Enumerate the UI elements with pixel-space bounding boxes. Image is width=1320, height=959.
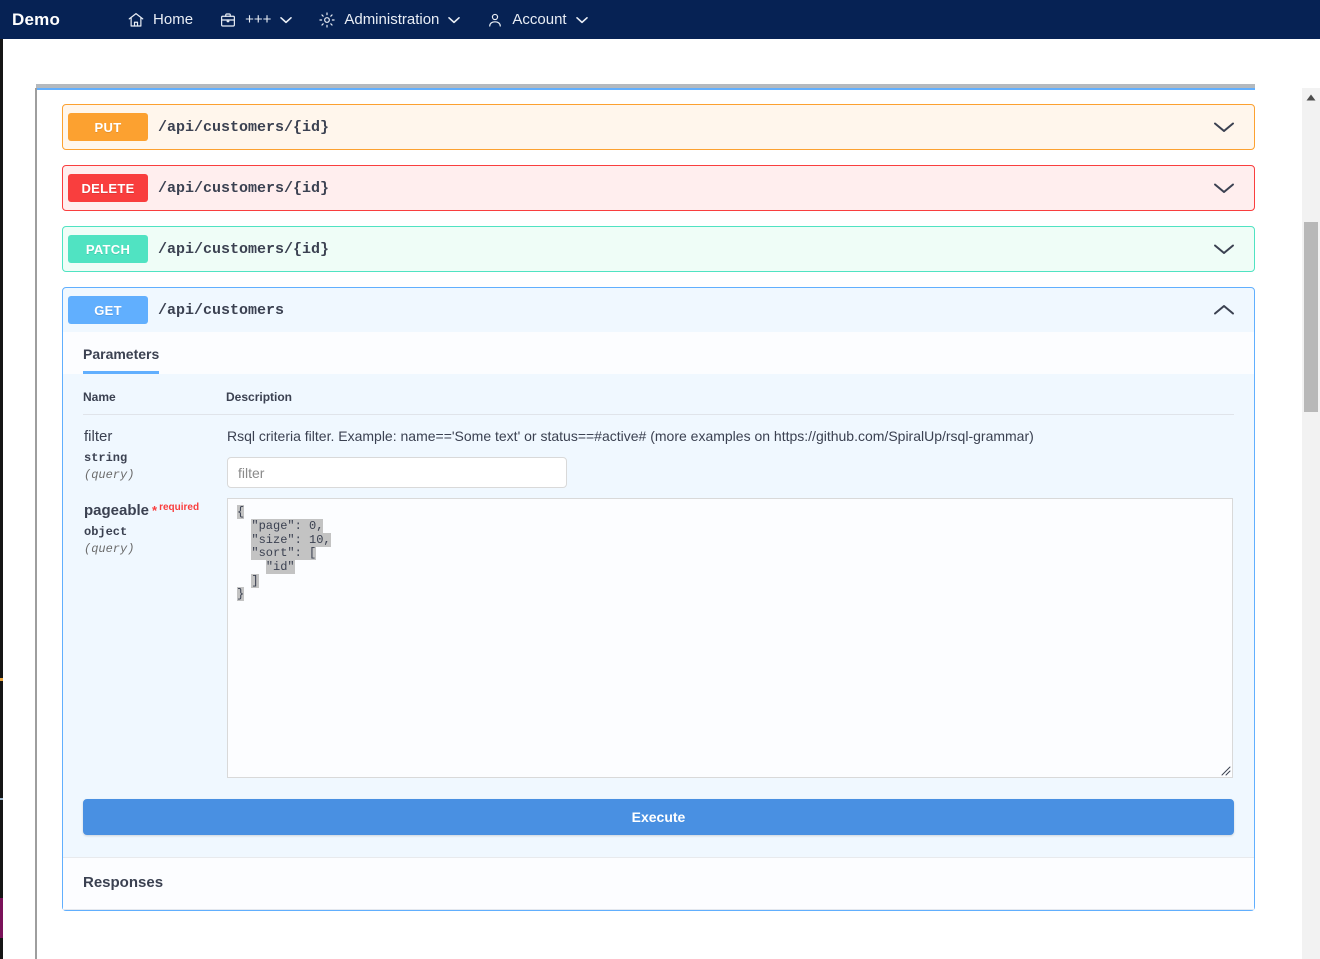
- triangle-up-icon[interactable]: [1302, 88, 1320, 106]
- scrollbar-thumb[interactable]: [1304, 222, 1318, 412]
- responses-title: Responses: [83, 874, 1234, 891]
- nav-item-home-label: Home: [153, 11, 193, 28]
- navbar-items: Home +++ Administration: [114, 0, 601, 39]
- opblock-body-get: Parameters Name Description filter: [63, 332, 1254, 910]
- nav-item-modules-label: +++: [245, 11, 271, 28]
- parameter-row-pageable: pageable*required object (query) { "page…: [83, 489, 1234, 779]
- background-window-sliver: [0, 38, 3, 959]
- parameter-description-filter: Rsql criteria filter. Example: name=='So…: [227, 427, 1233, 445]
- chevron-down-icon: [448, 16, 460, 24]
- parameter-name-filter: filter: [84, 427, 225, 447]
- nav-item-administration[interactable]: Administration: [305, 0, 473, 39]
- nav-item-account[interactable]: Account: [473, 0, 600, 39]
- gear-icon: [318, 11, 336, 29]
- parameter-name-pageable: pageable*required: [84, 501, 225, 521]
- responses-divider: [63, 909, 1254, 910]
- parameter-in-pageable: (query): [84, 542, 225, 556]
- opblock-path-get: /api/customers: [158, 302, 284, 319]
- opblock-delete-api-customers-id[interactable]: DELETE /api/customers/{id}: [62, 165, 1255, 211]
- http-method-badge-delete: DELETE: [68, 174, 148, 202]
- filter-input[interactable]: [227, 457, 567, 488]
- required-label: required: [159, 502, 199, 513]
- opblock-path-patch: /api/customers/{id}: [158, 241, 329, 258]
- top-navbar: Demo Home +++: [0, 0, 1320, 39]
- opblock-put-api-customers-id[interactable]: PUT /api/customers/{id}: [62, 104, 1255, 150]
- http-method-badge-put: PUT: [68, 113, 148, 141]
- person-icon: [486, 11, 504, 29]
- home-icon: [127, 11, 145, 29]
- opblock-path-delete: /api/customers/{id}: [158, 180, 329, 197]
- column-header-description: Description: [226, 390, 1234, 415]
- nav-item-modules[interactable]: +++: [206, 0, 305, 39]
- chevron-down-icon[interactable]: [1213, 242, 1235, 256]
- pageable-json-textarea[interactable]: [227, 498, 1233, 778]
- chevron-down-icon: [576, 16, 588, 24]
- briefcase-icon: [219, 11, 237, 29]
- brand-title[interactable]: Demo: [12, 10, 60, 30]
- opblock-path-put: /api/customers/{id}: [158, 119, 329, 136]
- parameter-type-filter: string: [84, 451, 225, 465]
- chevron-down-icon[interactable]: [1213, 181, 1235, 195]
- parameter-type-pageable: object: [84, 525, 225, 539]
- opblock-get-api-customers[interactable]: GET /api/customers Parameters Name Descr…: [62, 287, 1255, 911]
- parameter-name-pageable-text: pageable: [84, 502, 149, 519]
- parameter-meta-filter: filter string (query): [83, 415, 226, 490]
- http-method-badge-patch: PATCH: [68, 235, 148, 263]
- opblock-summary-put[interactable]: PUT /api/customers/{id}: [63, 105, 1254, 149]
- opblock-summary-patch[interactable]: PATCH /api/customers/{id}: [63, 227, 1254, 271]
- sliver-accent-orange: [0, 678, 3, 681]
- parameter-body-pageable: { "page": 0, "size": 10, "sort": [ "id" …: [226, 489, 1234, 779]
- responses-section: Responses: [63, 857, 1254, 910]
- swagger-container-left-rule: [35, 88, 37, 959]
- pageable-textarea-wrapper: { "page": 0, "size": 10, "sort": [ "id" …: [227, 498, 1233, 778]
- parameter-meta-pageable: pageable*required object (query): [83, 489, 226, 779]
- nav-item-account-label: Account: [512, 11, 566, 28]
- parameter-in-filter: (query): [84, 468, 225, 482]
- http-method-badge-get: GET: [68, 296, 148, 324]
- sliver-accent-magenta: [0, 898, 3, 938]
- nav-item-administration-label: Administration: [344, 11, 439, 28]
- chevron-down-icon: [280, 16, 292, 24]
- column-header-name: Name: [83, 390, 226, 415]
- execute-section: Execute: [63, 779, 1254, 857]
- parameter-body-filter: Rsql criteria filter. Example: name=='So…: [226, 415, 1234, 490]
- chevron-down-icon[interactable]: [1213, 120, 1235, 134]
- previous-opblock-bottom-edge: [36, 88, 1255, 90]
- opblock-patch-api-customers-id[interactable]: PATCH /api/customers/{id}: [62, 226, 1255, 272]
- parameter-row-filter: filter string (query) Rsql criteria filt…: [83, 415, 1234, 490]
- execute-button[interactable]: Execute: [83, 799, 1234, 835]
- parameters-table-header: Name Description: [83, 390, 1234, 415]
- chevron-up-icon[interactable]: [1213, 303, 1235, 317]
- opblock-summary-get[interactable]: GET /api/customers: [63, 288, 1254, 332]
- required-star-icon: *: [152, 503, 157, 518]
- nav-item-home[interactable]: Home: [114, 0, 206, 39]
- operations-list: PUT /api/customers/{id} DELETE /api/cust…: [62, 104, 1255, 926]
- parameters-section: Name Description filter string (query): [63, 374, 1254, 779]
- vertical-scrollbar[interactable]: [1302, 88, 1320, 959]
- opblock-tabs: Parameters: [63, 332, 1254, 374]
- parameters-table: Name Description filter string (query): [83, 390, 1234, 779]
- tab-parameters[interactable]: Parameters: [83, 346, 159, 374]
- opblock-summary-delete[interactable]: DELETE /api/customers/{id}: [63, 166, 1254, 210]
- sliver-accent-gray: [0, 798, 3, 800]
